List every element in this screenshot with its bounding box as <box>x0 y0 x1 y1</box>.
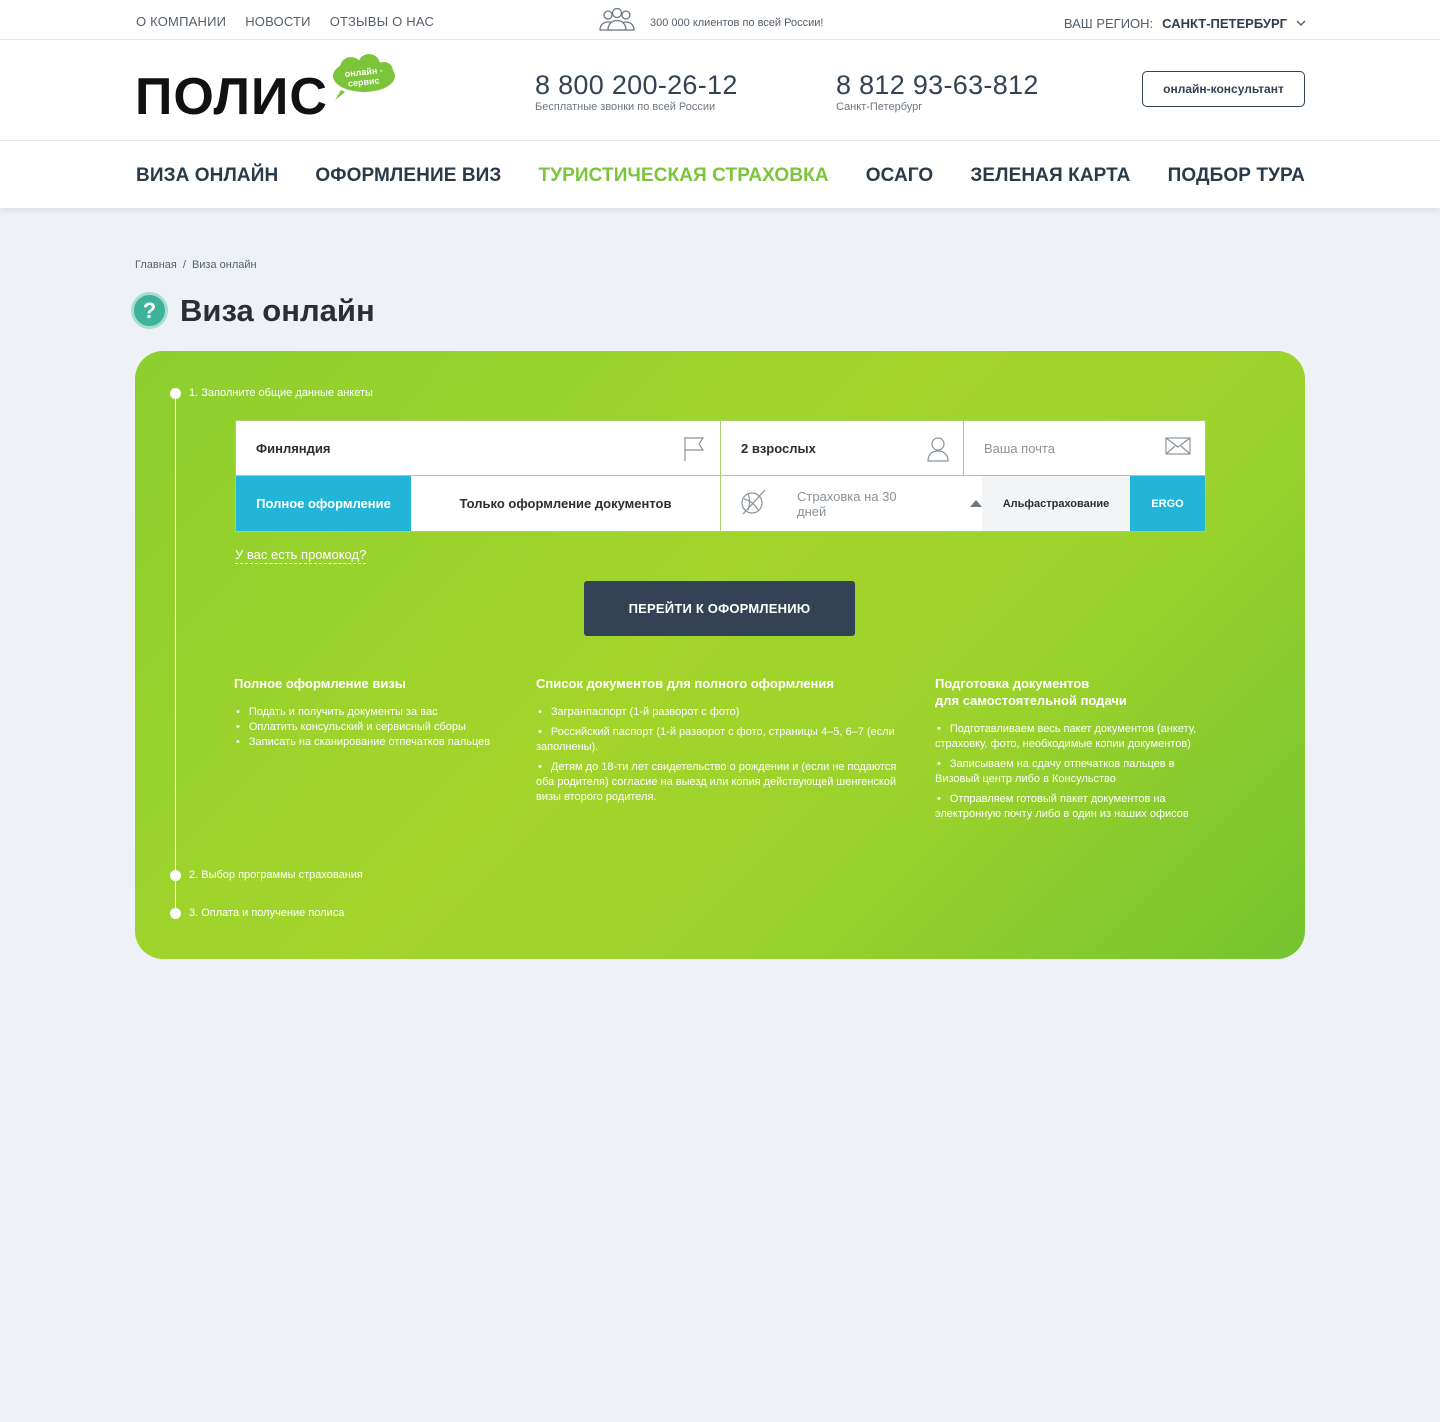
nav-item-green-card[interactable]: ЗЕЛЕНАЯ КАРТА <box>970 165 1130 187</box>
form-row-options: Полное оформление Только оформление доку… <box>235 476 1206 532</box>
phone-federal-caption: Бесплатные звонки по всей России <box>535 101 716 113</box>
info-self-title-line1: Подготовка документов <box>935 676 1090 691</box>
top-nav: О КОМПАНИИ НОВОСТИ ОТЗЫВЫ О НАС <box>136 14 434 29</box>
info-self-submission: Подготовка документов для самостоятельной… <box>935 675 1205 827</box>
list-item: Записываем на сдачу отпечатков пальцев в… <box>935 757 1205 787</box>
nav-item-visa-processing[interactable]: ОФОРМЛЕНИЕ ВИЗ <box>315 165 501 187</box>
step-1-label: 1. Заполните общие данные анкеты <box>189 387 373 399</box>
step-dot <box>170 387 181 399</box>
list-item: Оплатить консульский и сервисный сборы <box>234 720 504 735</box>
list-item: Подготавливаем весь пакет документов (ан… <box>935 722 1205 752</box>
info-full-title: Полное оформление визы <box>234 676 406 691</box>
top-link-reviews[interactable]: ОТЗЫВЫ О НАС <box>330 14 434 29</box>
list-item: Подать и получить документы за вас <box>234 705 504 720</box>
step-dot <box>170 869 181 881</box>
steps-timeline <box>175 393 176 915</box>
breadcrumb-home[interactable]: Главная <box>135 259 177 271</box>
page-title: Виза онлайн <box>180 292 375 328</box>
mail-icon <box>1165 436 1191 461</box>
list-item: Отправляем готовый пакет документов на э… <box>935 792 1205 822</box>
step-1: 1. Заполните общие данные анкеты <box>170 387 373 399</box>
main-nav: ВИЗА ОНЛАЙН ОФОРМЛЕНИЕ ВИЗ ТУРИСТИЧЕСКАЯ… <box>0 141 1440 208</box>
no-insurance-icon <box>739 488 767 519</box>
proceed-button[interactable]: ПЕРЕЙТИ К ОФОРМЛЕНИЮ <box>584 581 855 636</box>
region-selector[interactable]: ВАШ РЕГИОН: САНКТ-ПЕТЕРБУРГ <box>1064 14 1306 32</box>
step-2-label: 2. Выбор программы страхования <box>189 869 363 881</box>
insurer-ergo[interactable]: ERGO <box>1130 476 1205 531</box>
phone-spb: 8 812 93-63-812 Санкт-Петербург <box>836 70 1039 113</box>
top-bar: О КОМПАНИИ НОВОСТИ ОТЗЫВЫ О НАС 300 000 … <box>0 0 1440 40</box>
info-self-title: Подготовка документов для самостоятельной… <box>935 675 1205 709</box>
help-icon[interactable]: ? <box>131 292 168 329</box>
top-link-news[interactable]: НОВОСТИ <box>245 14 311 29</box>
insurer-alfa[interactable]: Альфастрахование <box>982 476 1130 531</box>
logo-word: ПОЛИС <box>135 68 328 126</box>
email-placeholder: Ваша почта <box>984 440 1055 456</box>
adults-value: 2 взрослых <box>741 440 816 456</box>
phone-federal: 8 800 200-26-12 Бесплатные звонки по все… <box>535 70 738 113</box>
chevron-down-icon[interactable] <box>1296 14 1306 32</box>
page-heading: ? Виза онлайн <box>131 292 375 329</box>
nav-item-visa-online[interactable]: ВИЗА ОНЛАЙН <box>136 165 278 187</box>
person-icon <box>927 436 949 467</box>
nav-item-tour-selection[interactable]: ПОДБОР ТУРА <box>1168 165 1305 187</box>
clients-banner: 300 000 клиентов по всей России! <box>598 7 824 37</box>
step-3-label: 3. Оплата и получение полиса <box>189 907 345 919</box>
breadcrumb: Главная / Виза онлайн <box>135 259 257 271</box>
info-self-title-line2: для самостоятельной подачи <box>935 693 1127 708</box>
phone-spb-number[interactable]: 8 812 93-63-812 <box>836 70 1039 100</box>
clients-icon <box>598 7 636 37</box>
step-2: 2. Выбор программы страхования <box>170 869 363 881</box>
travelers-select[interactable]: 2 взрослых <box>721 421 964 475</box>
list-item: Российский паспорт (1-й разворот с фото,… <box>536 725 901 755</box>
info-documents-list: Список документов для полного оформления… <box>536 675 901 810</box>
list-item: Загранпаспорт (1-й разворот с фото) <box>536 705 901 720</box>
info-docs-title: Список документов для полного оформления <box>536 676 834 691</box>
promo-code-link[interactable]: У вас есть промокод? <box>235 547 367 564</box>
option-full-processing[interactable]: Полное оформление <box>236 476 411 531</box>
country-value: Финляндия <box>256 440 331 456</box>
flag-icon <box>682 436 706 467</box>
phone-spb-caption: Санкт-Петербург <box>836 101 923 113</box>
region-label: ВАШ РЕГИОН: <box>1063 15 1154 31</box>
visa-form: Финляндия 2 взрослых Ваша почта Полное о… <box>235 420 1206 532</box>
insurance-select[interactable]: Страховка на 30 дней <box>721 476 982 531</box>
form-row-main: Финляндия 2 взрослых Ваша почта <box>235 420 1206 476</box>
nav-item-osago[interactable]: ОСАГО <box>866 165 934 187</box>
email-field[interactable]: Ваша почта <box>964 421 1205 475</box>
step-dot <box>170 907 181 919</box>
step-3: 3. Оплата и получение полиса <box>170 907 344 919</box>
visa-form-panel: 1. Заполните общие данные анкеты 2. Выбо… <box>135 351 1305 959</box>
caret-up-icon[interactable] <box>970 500 982 507</box>
online-consultant-button[interactable]: онлайн-консультант <box>1142 71 1305 107</box>
header: ПОЛИС онлайн - сервис 8 800 200-26-12 Бе… <box>0 40 1440 141</box>
breadcrumb-current: Виза онлайн <box>191 259 257 271</box>
clients-text: 300 000 клиентов по всей России! <box>650 16 824 29</box>
option-docs-only[interactable]: Только оформление документов <box>411 476 721 531</box>
list-item: Детям до 18-ти лет свидетельство о рожде… <box>536 760 901 805</box>
info-full-processing: Полное оформление визы Подать и получить… <box>234 675 504 750</box>
country-select[interactable]: Финляндия <box>236 421 721 475</box>
top-link-about[interactable]: О КОМПАНИИ <box>136 14 226 29</box>
region-value[interactable]: САНКТ-ПЕТЕРБУРГ <box>1162 16 1287 31</box>
nav-item-travel-insurance[interactable]: ТУРИСТИЧЕСКАЯ СТРАХОВКА <box>539 165 829 187</box>
list-item: Записать на сканирование отпечатков паль… <box>234 735 504 750</box>
breadcrumb-separator: / <box>182 259 186 271</box>
logo-cloud-badge: онлайн - сервис <box>331 54 397 105</box>
insurance-label: Страховка на 30 дней <box>797 488 897 519</box>
phone-federal-number[interactable]: 8 800 200-26-12 <box>535 70 738 100</box>
